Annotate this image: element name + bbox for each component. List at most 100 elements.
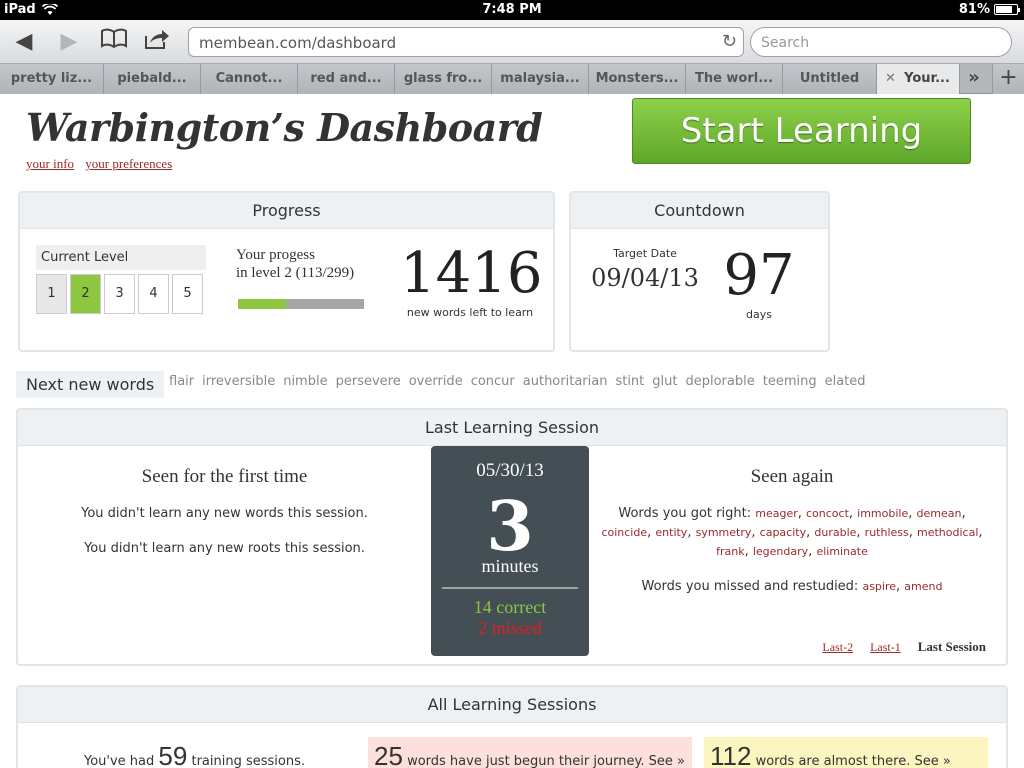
missed-words-block: Words you missed and restudied: aspire, …	[641, 579, 943, 594]
right-word-link[interactable]: meager	[755, 507, 798, 520]
tab[interactable]: malaysia...	[492, 64, 589, 94]
begun-words-box[interactable]: 25 words have just begun their journey. …	[368, 737, 692, 768]
begun-count: 25	[374, 741, 403, 768]
back-icon[interactable]: ◀	[10, 28, 38, 56]
start-learning-button[interactable]: Start Learning	[632, 98, 971, 164]
your-info-link[interactable]: your info	[26, 156, 74, 171]
level-progress-fill	[238, 299, 286, 309]
search-input[interactable]: Search	[750, 27, 1012, 57]
next-words-label: Next new words	[16, 371, 165, 398]
correct-count: 14 correct	[473, 597, 547, 617]
tab-active[interactable]: ✕ Your...	[877, 64, 960, 94]
target-date: 09/04/13	[591, 264, 699, 292]
battery-icon	[994, 4, 1020, 15]
next-word: teeming	[762, 374, 817, 389]
right-word-link[interactable]: legendary	[753, 545, 808, 558]
bookmarks-icon[interactable]	[100, 28, 128, 56]
right-word-link[interactable]: capacity	[760, 526, 806, 539]
next-word: stint	[615, 374, 645, 389]
tab[interactable]: glass fro...	[395, 64, 492, 94]
session-minutes: 3	[486, 487, 534, 567]
share-icon[interactable]	[143, 28, 171, 56]
dashboard-page: Warbington’s Dashboard your info your pr…	[0, 95, 1024, 768]
last-session-panel: Last Learning Session Seen for the first…	[16, 408, 1008, 666]
no-new-roots-text: You didn't learn any new roots this sess…	[84, 541, 365, 556]
next-word: persevere	[335, 374, 401, 389]
sessions-had-suffix: training sessions.	[191, 754, 305, 768]
right-word-link[interactable]: eliminate	[816, 545, 867, 558]
battery-fill	[996, 6, 1013, 13]
sessions-had-prefix: You've had	[84, 754, 155, 768]
next-word: glut	[652, 374, 678, 389]
profile-links: your info your preferences	[26, 156, 180, 172]
tab-close-icon[interactable]: ✕	[885, 64, 896, 94]
right-word-link[interactable]: ruthless	[865, 526, 909, 539]
missed-words-label: Words you missed and restudied:	[641, 579, 859, 594]
right-word-link[interactable]: frank	[716, 545, 744, 558]
target-block: Target Date 09/04/13	[585, 247, 705, 292]
session-date: 05/30/13	[476, 460, 544, 481]
right-words-label: Words you got right:	[618, 506, 752, 521]
almost-text: words are almost there. See »	[755, 754, 951, 768]
right-word-link[interactable]: coincide	[601, 526, 647, 539]
right-word-link[interactable]: symmetry	[696, 526, 752, 539]
words-left-block: 1416 new words left to learn	[400, 241, 543, 319]
progress-title: Progress	[20, 193, 553, 229]
progress-line-1: Your progess	[236, 247, 315, 263]
more-tabs-icon[interactable]: »	[960, 64, 988, 94]
current-level-label: Current Level	[36, 245, 206, 270]
level-1: 1	[36, 274, 67, 314]
tab[interactable]: Untitled	[783, 64, 877, 94]
reload-icon[interactable]: ↻	[722, 31, 737, 52]
right-word-link[interactable]: demean	[917, 507, 962, 520]
tab[interactable]: pretty liz...	[0, 64, 104, 94]
status-bar: iPad 7:48 PM 81%	[0, 0, 1024, 20]
browser-toolbar: ◀ ▶ membean.com/dashboard ↻ Search	[0, 20, 1024, 64]
no-new-words-text: You didn't learn any new words this sess…	[81, 506, 368, 521]
url-text: membean.com/dashboard	[199, 34, 397, 52]
right-word-link[interactable]: methodical	[917, 526, 978, 539]
url-bar[interactable]: membean.com/dashboard ↻	[188, 27, 744, 57]
level-progress-text: Your progess in level 2 (113/299)	[236, 246, 354, 282]
page-title: Warbington’s Dashboard	[26, 105, 543, 150]
almost-words-box[interactable]: 112 words are almost there. See »	[704, 737, 988, 768]
tab[interactable]: The worl...	[686, 64, 783, 94]
your-preferences-link[interactable]: your preferences	[85, 156, 172, 171]
next-word: elated	[824, 374, 866, 389]
seen-again-column: Seen again Words you got right: meager, …	[598, 466, 986, 594]
forward-icon[interactable]: ▶	[55, 28, 83, 56]
days-block: 97 days	[717, 243, 801, 321]
session-minutes-label: minutes	[481, 556, 539, 576]
next-word: flair	[169, 374, 195, 389]
level-4: 4	[138, 274, 169, 314]
tab[interactable]: red and...	[298, 64, 395, 94]
add-tab-icon[interactable]: +	[992, 64, 1024, 94]
tab[interactable]: Cannot...	[201, 64, 298, 94]
right-word-link[interactable]: entity	[655, 526, 687, 539]
tab-label: Your...	[904, 71, 950, 86]
session-summary-card: 05/30/13 3 minutes 14 correct 2 missed	[431, 446, 589, 656]
last-2-link[interactable]: Last-2	[822, 640, 853, 654]
current-level-box: Current Level 1 2 3 4 5	[36, 245, 206, 314]
right-word-link[interactable]: immobile	[857, 507, 908, 520]
clock: 7:48 PM	[482, 2, 542, 17]
last-1-link[interactable]: Last-1	[870, 640, 901, 654]
level-progress-bar	[238, 299, 364, 309]
tab[interactable]: piebald...	[104, 64, 201, 94]
missed-word-link[interactable]: amend	[904, 580, 942, 593]
right-words-block: Words you got right: meager, concoct, im…	[601, 506, 983, 559]
last-session-current: Last Session	[917, 639, 986, 654]
countdown-panel: Countdown Target Date 09/04/13 97 days	[569, 191, 830, 352]
days-label: days	[746, 308, 772, 321]
right-word-link[interactable]: durable	[814, 526, 856, 539]
missed-word-link[interactable]: aspire	[862, 580, 896, 593]
words-left-count: 1416	[400, 241, 543, 306]
tab[interactable]: Monsters...	[589, 64, 686, 94]
next-word: authoritarian	[522, 374, 608, 389]
right-word-link[interactable]: concoct	[806, 507, 849, 520]
next-word: irreversible	[202, 374, 276, 389]
first-time-title: Seen for the first time	[141, 466, 308, 487]
next-word: concur	[470, 374, 515, 389]
words-left-label: new words left to learn	[406, 306, 534, 319]
missed-count: 2 missed	[478, 618, 542, 638]
